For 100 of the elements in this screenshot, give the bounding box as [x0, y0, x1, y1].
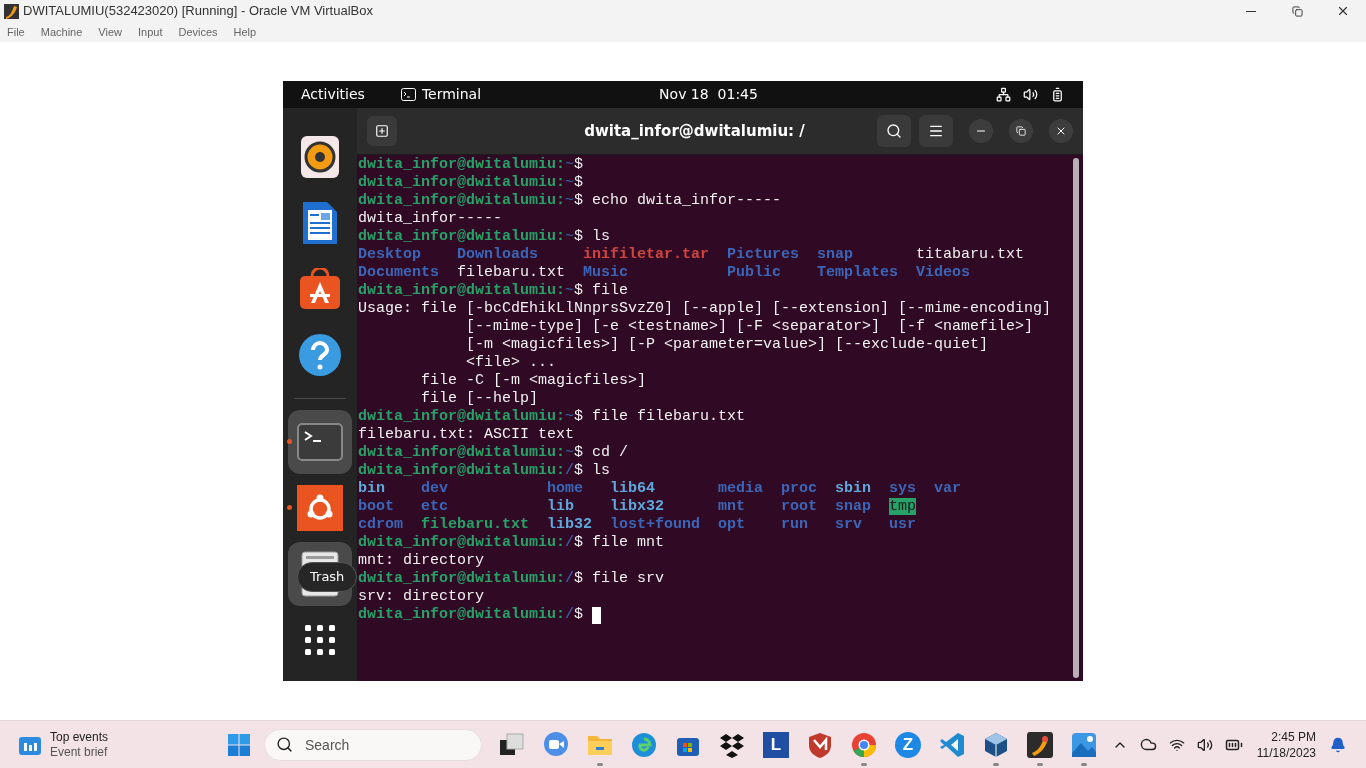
prompt-line: dwita_infor@dwitalumiu:/$ ls [358, 462, 611, 480]
search-field[interactable]: Search [264, 728, 482, 761]
cloud-icon[interactable] [1139, 736, 1157, 753]
output-line: dwita_infor----- [358, 210, 503, 227]
menu-button[interactable] [919, 115, 953, 147]
search-icon [886, 123, 902, 139]
tooltip: Trash [297, 562, 358, 592]
file-name: Music [583, 264, 629, 281]
file-name: home [547, 480, 584, 497]
file-name: cdrom [358, 516, 403, 533]
volume-icon [1023, 87, 1038, 102]
file-name: tmp [889, 498, 917, 515]
file-name: lib [547, 498, 575, 515]
file-name: lost+found [610, 516, 701, 533]
widget-title[interactable]: Top events [50, 729, 109, 745]
app-grid-icon [304, 624, 336, 656]
close-icon [1055, 125, 1067, 137]
menu-item[interactable]: View [98, 23, 122, 41]
prompt-line: dwita_infor@dwitalumiu:~$ [358, 156, 584, 174]
file-name: run [781, 516, 809, 533]
file-name: Documents [358, 264, 439, 281]
prompt-line: dwita_infor@dwitalumiu:/$ file srv [358, 570, 665, 588]
file-name: snap [817, 246, 854, 263]
shield-icon [806, 730, 834, 759]
browser-icon [630, 730, 658, 759]
prompt-line: dwita_infor@dwitalumiu:/$ [358, 606, 584, 624]
output-line: file -C [-m <magicfiles>] [420, 372, 647, 389]
photos-icon [1070, 730, 1098, 759]
file-name: sbin [835, 480, 872, 497]
menu-item[interactable]: Input [137, 23, 163, 41]
network-icon [996, 87, 1011, 102]
volume-icon[interactable] [1196, 736, 1213, 753]
prompt-line: dwita_infor@dwitalumiu:~$ [358, 174, 584, 192]
minimize-icon [1246, 10, 1256, 12]
shopping-bag-icon [298, 268, 342, 310]
output-line: srv: directory [358, 588, 485, 605]
chrome-icon [850, 730, 878, 759]
prompt-line: dwita_infor@dwitalumiu:~$ echo dwita_infor----- [358, 192, 782, 210]
app-icon [1026, 730, 1054, 759]
file-name: lib32 [547, 516, 593, 533]
window-title: DWITALUMIU(532423020) [Running] - Oracle VM VirtualBox [23, 2, 373, 21]
file-name: Public [727, 264, 782, 281]
clock-time[interactable]: 2:45 PM [1271, 728, 1316, 745]
code-editor-icon [938, 730, 966, 759]
file-name: Videos [916, 264, 971, 281]
prompt-line: dwita_infor@dwitalumiu:~$ ls [358, 228, 611, 246]
ubuntu-logo-icon [297, 485, 343, 531]
file-name: root [781, 498, 818, 515]
minimize-button[interactable] [969, 119, 993, 143]
output-line: [-m <magicfiles>] [-P <parameter=value>] [--exclude-quiet] [465, 336, 989, 353]
letter-app-icon: L [763, 731, 789, 758]
file-name: Desktop [358, 246, 421, 263]
window-title: dwita_infor@dwitalumiu: / [584, 120, 805, 142]
file-name: mnt [718, 498, 746, 515]
output-line: file [--help] [420, 390, 539, 407]
file-name: libx32 [610, 498, 665, 515]
file-name: usr [889, 516, 917, 533]
circle-letter-icon: Z [895, 731, 921, 758]
notification-bell-icon[interactable] [1330, 736, 1346, 753]
file-name: opt [718, 516, 746, 533]
file-name: srv [835, 516, 863, 533]
file-name: sys [889, 480, 917, 497]
clock-date[interactable]: 11/18/2023 [1256, 744, 1316, 761]
cube-icon [982, 730, 1010, 759]
file-name: dev [421, 480, 448, 497]
document-app-icon [301, 200, 339, 246]
output-line: [--mime-type] [-e <testname>] [-F <separator>] [-f <namefile>] [465, 318, 1034, 335]
maximize-button[interactable] [1009, 119, 1033, 143]
close-button[interactable] [1049, 119, 1073, 143]
new-tab-button[interactable] [367, 116, 397, 146]
terminal-icon [400, 88, 416, 101]
close-icon [1336, 4, 1350, 18]
search-button[interactable] [877, 115, 911, 147]
menu-item[interactable]: Devices [178, 23, 218, 41]
file-name: var [934, 480, 962, 497]
app-menu[interactable]: Terminal [421, 84, 482, 105]
taskbar-app[interactable]: L [754, 722, 798, 767]
menu-icon [928, 123, 944, 139]
file-name: filebaru.txt [421, 516, 530, 533]
prompt-line: dwita_infor@dwitalumiu:/$ file mnt [358, 534, 665, 552]
file-name: snap [835, 498, 872, 515]
output-line: <file> ... [465, 354, 557, 371]
output-line: mnt: directory [358, 552, 485, 569]
file-name: media [718, 480, 764, 497]
file-name: etc [421, 498, 448, 515]
scrollbar[interactable] [1073, 158, 1079, 678]
file-name: Downloads [457, 246, 539, 263]
clock[interactable]: Nov 18 01:45 [659, 84, 758, 105]
menu-item[interactable]: Machine [40, 23, 83, 41]
widget-subtitle[interactable]: Event brief [50, 744, 109, 760]
menu-item[interactable]: File [7, 23, 25, 41]
help-icon [298, 333, 342, 377]
menu-item[interactable]: Help [233, 23, 257, 41]
taskbar-app[interactable]: Z [886, 722, 930, 767]
file-name: inifiletar.tar [583, 246, 710, 263]
windows-start-icon[interactable] [228, 733, 250, 756]
file-name: bin [358, 480, 385, 497]
video-chat-icon [542, 730, 570, 759]
speaker-app-icon [300, 135, 340, 179]
activities-button[interactable]: Activities [301, 84, 365, 105]
